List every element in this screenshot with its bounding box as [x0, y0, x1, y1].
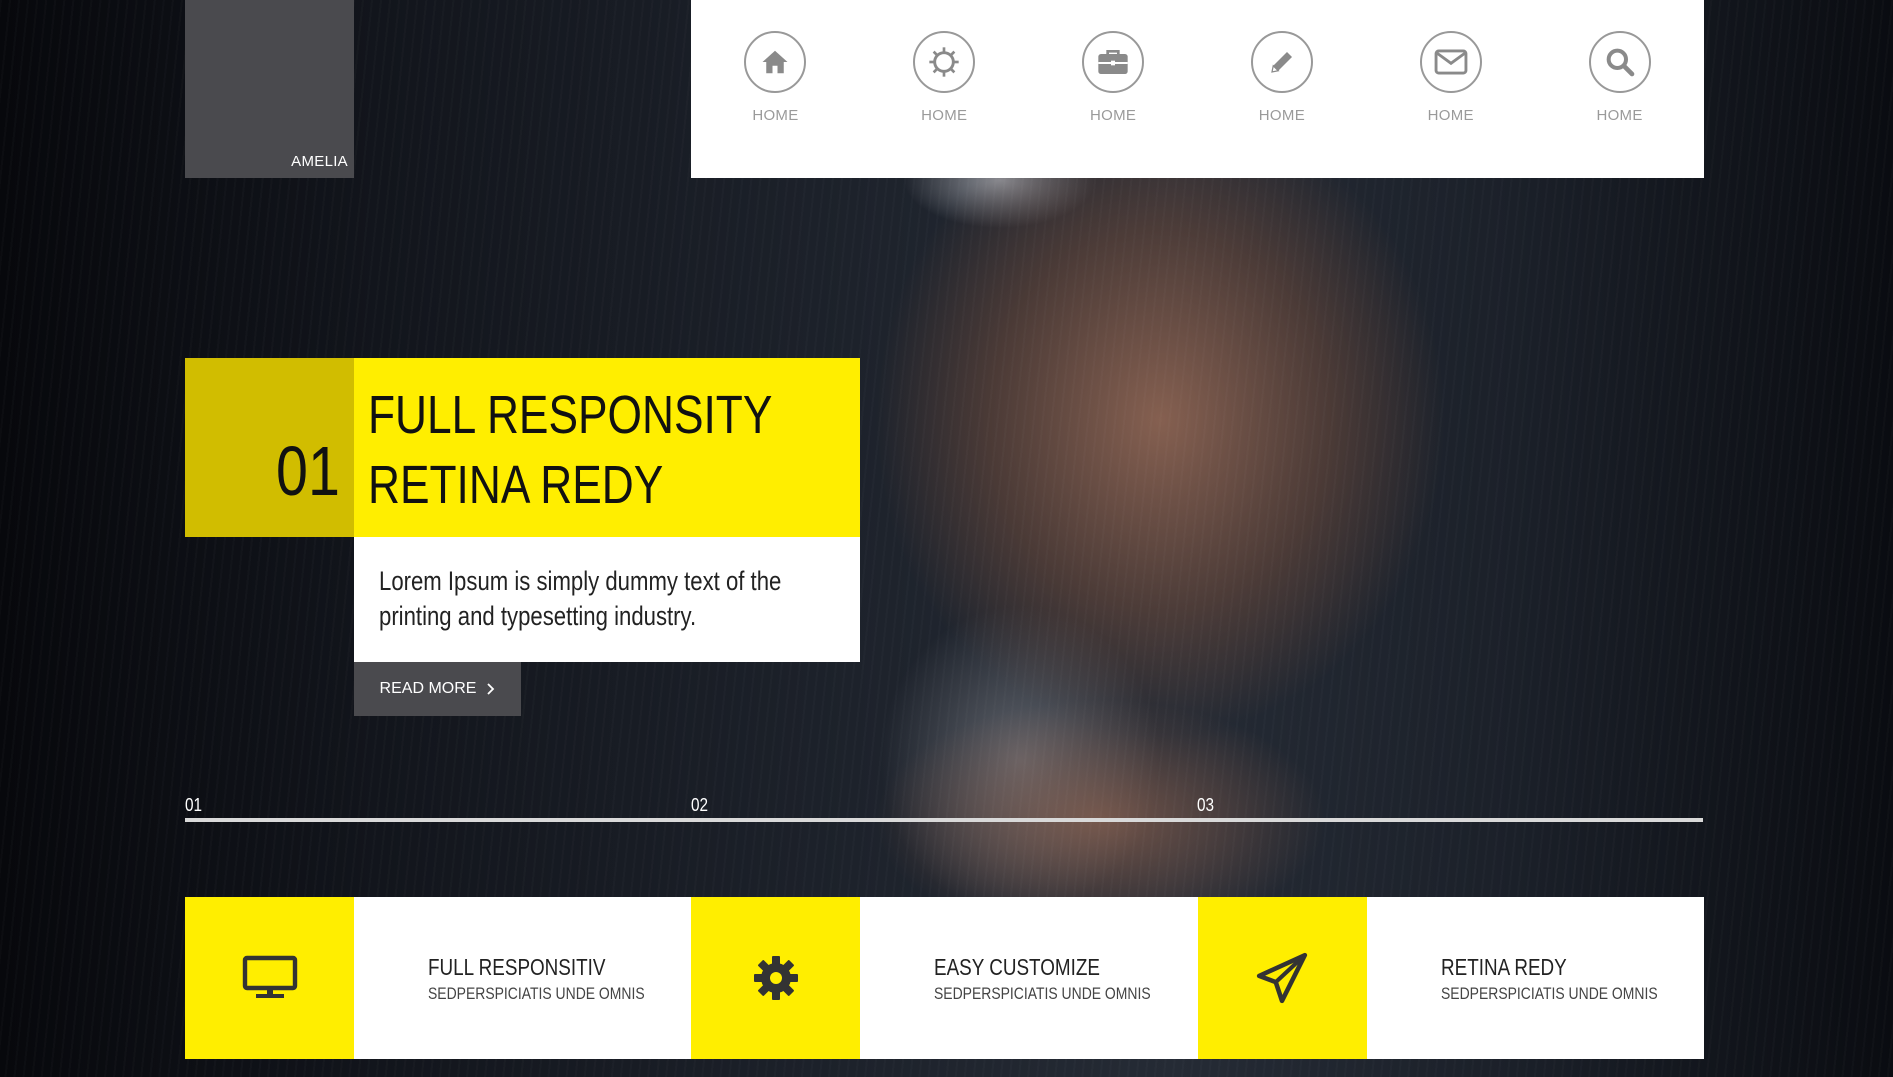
slide-title-line-2: RETINA REDY: [368, 455, 664, 515]
gear-icon: [913, 31, 976, 93]
search-icon: [1588, 31, 1651, 93]
feature-subtitle: SEDPERSPICIATIS UNDE OMNIS: [934, 984, 1151, 1003]
briefcase-icon: [1082, 31, 1145, 93]
chevron-right-icon: [487, 683, 495, 695]
nav-item-contact[interactable]: HOME: [1366, 0, 1535, 178]
nav-item-home[interactable]: HOME: [691, 0, 860, 178]
slide-description-box: Lorem Ipsum is simply dummy text of the …: [354, 537, 860, 662]
home-icon: [744, 31, 807, 93]
nav-item-blog[interactable]: HOME: [1197, 0, 1366, 178]
slide-title-line-1: FULL RESPONSITY: [368, 385, 773, 445]
feature-title: EASY CUSTOMIZE: [934, 954, 1101, 980]
read-more-label: READ MORE: [379, 680, 477, 697]
slide-progress-line: [185, 818, 1703, 822]
nav-item-label: HOME: [921, 107, 968, 124]
nav-item-label: HOME: [1427, 107, 1474, 124]
monitor-icon: [185, 897, 354, 1059]
feature-text: RETINA REDY SEDPERSPICIATIS UNDE OMNIS: [1366, 897, 1704, 1059]
nav-item-label: HOME: [1089, 107, 1137, 124]
feature-subtitle: SEDPERSPICIATIS UNDE OMNIS: [428, 984, 645, 1003]
nav-item-settings[interactable]: HOME: [860, 0, 1029, 178]
nav-item-label: HOME: [1258, 107, 1305, 124]
paper-plane-icon: [1197, 897, 1367, 1059]
nav-item-label: HOME: [1596, 107, 1643, 124]
pencil-icon: [1250, 31, 1313, 93]
slide-description: Lorem Ipsum is simply dummy text of the …: [379, 566, 782, 631]
feature-retina-ready[interactable]: RETINA REDY SEDPERSPICIATIS UNDE OMNIS: [1197, 897, 1704, 1059]
slide-step-2[interactable]: 02: [691, 795, 708, 816]
slide-title-box: FULL RESPONSITY RETINA REDY: [354, 358, 860, 537]
nav-item-label: HOME: [752, 107, 799, 124]
top-navigation: HOME HOME HOME HOME HOME HOME: [691, 0, 1704, 178]
feature-title: FULL RESPONSITIV: [428, 954, 606, 980]
read-more-button[interactable]: READ MORE: [354, 662, 521, 716]
features-bar: FULL RESPONSITIV SEDPERSPICIATIS UNDE OM…: [185, 897, 1704, 1059]
feature-easy-customize[interactable]: EASY CUSTOMIZE SEDPERSPICIATIS UNDE OMNI…: [691, 897, 1198, 1059]
nav-item-portfolio[interactable]: HOME: [1029, 0, 1198, 178]
feature-text: EASY CUSTOMIZE SEDPERSPICIATIS UNDE OMNI…: [860, 897, 1198, 1059]
slide-step-3[interactable]: 03: [1197, 795, 1214, 816]
slide-number-tile: 01: [185, 358, 354, 537]
feature-title: RETINA REDY: [1440, 954, 1567, 980]
logo-text: AMELIA: [291, 153, 348, 170]
gear-icon: [691, 897, 861, 1059]
feature-full-responsive[interactable]: FULL RESPONSITIV SEDPERSPICIATIS UNDE OM…: [185, 897, 692, 1059]
nav-item-search[interactable]: HOME: [1535, 0, 1704, 178]
envelope-icon: [1419, 31, 1482, 93]
feature-subtitle: SEDPERSPICIATIS UNDE OMNIS: [1440, 984, 1658, 1003]
feature-text: FULL RESPONSITIV SEDPERSPICIATIS UNDE OM…: [354, 897, 692, 1059]
slide-step-1[interactable]: 01: [185, 795, 202, 816]
slide-number: 01: [276, 432, 340, 510]
logo-tile[interactable]: AMELIA: [185, 0, 354, 178]
